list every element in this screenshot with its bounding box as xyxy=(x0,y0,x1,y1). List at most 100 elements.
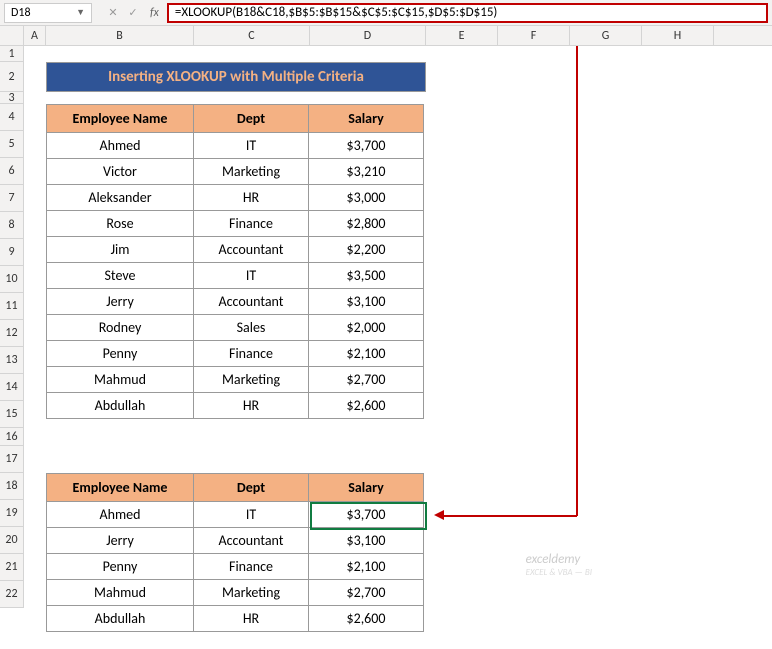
cell-dept[interactable]: HR xyxy=(194,185,309,211)
cell-name[interactable]: Penny xyxy=(47,554,194,580)
col-header-H[interactable]: H xyxy=(642,26,714,45)
table-row[interactable]: SteveIT$3,500 xyxy=(47,263,424,289)
cell-sal[interactable]: $3,100 xyxy=(309,289,424,315)
cell-name[interactable]: Mahmud xyxy=(47,367,194,393)
row-header-12[interactable]: 12 xyxy=(0,320,23,347)
col-header-B[interactable]: B xyxy=(46,26,194,45)
row-header-17[interactable]: 17 xyxy=(0,446,23,473)
cell-name[interactable]: Aleksander xyxy=(47,185,194,211)
row-header-15[interactable]: 15 xyxy=(0,401,23,428)
name-box[interactable]: D18 ▼ xyxy=(4,3,92,23)
row-header-8[interactable]: 8 xyxy=(0,212,23,239)
table-row[interactable]: RoseFinance$2,800 xyxy=(47,211,424,237)
select-all-corner[interactable] xyxy=(0,26,24,45)
col-header-F[interactable]: F xyxy=(498,26,570,45)
cell-sal[interactable]: $2,200 xyxy=(309,237,424,263)
cell-dept[interactable]: Accountant xyxy=(194,289,309,315)
cell-name[interactable]: Rodney xyxy=(47,315,194,341)
table-row[interactable]: AleksanderHR$3,000 xyxy=(47,185,424,211)
row-header-3[interactable]: 3 xyxy=(0,92,23,104)
row-header-16[interactable]: 16 xyxy=(0,428,23,446)
table-row[interactable]: PennyFinance$2,100 xyxy=(47,341,424,367)
col-header-E[interactable]: E xyxy=(426,26,498,45)
row-header-1[interactable]: 1 xyxy=(0,46,23,62)
cell-name[interactable]: Ahmed xyxy=(47,133,194,159)
table-row[interactable]: MahmudMarketing$2,700 xyxy=(47,367,424,393)
chevron-down-icon[interactable]: ▼ xyxy=(76,7,85,18)
cell-sal[interactable]: $2,600 xyxy=(309,393,424,419)
cell-dept[interactable]: Marketing xyxy=(194,159,309,185)
row-header-18[interactable]: 18 xyxy=(0,473,23,500)
cell-dept[interactable]: HR xyxy=(194,606,309,632)
table-row[interactable]: JerryAccountant$3,100 xyxy=(47,528,424,554)
cell-dept[interactable]: Accountant xyxy=(194,528,309,554)
table-row[interactable]: JerryAccountant$3,100 xyxy=(47,289,424,315)
col-header-C[interactable]: C xyxy=(194,26,310,45)
cell-sal[interactable]: $3,000 xyxy=(309,185,424,211)
row-header-11[interactable]: 11 xyxy=(0,293,23,320)
cell-dept[interactable]: Finance xyxy=(194,211,309,237)
cell-dept[interactable]: Accountant xyxy=(194,237,309,263)
cell-dept[interactable]: IT xyxy=(194,133,309,159)
row-header-20[interactable]: 20 xyxy=(0,527,23,554)
cell-sal[interactable]: $3,700 xyxy=(309,133,424,159)
table-row[interactable]: PennyFinance$2,100 xyxy=(47,554,424,580)
table-row[interactable]: AhmedIT$3,700 xyxy=(47,502,424,528)
cell-sal[interactable]: $2,700 xyxy=(309,367,424,393)
row-header-13[interactable]: 13 xyxy=(0,347,23,374)
table-row[interactable]: MahmudMarketing$2,700 xyxy=(47,580,424,606)
row-header-14[interactable]: 14 xyxy=(0,374,23,401)
cell-dept[interactable]: IT xyxy=(194,502,309,528)
cell-sal[interactable]: $2,000 xyxy=(309,315,424,341)
cell-dept[interactable]: HR xyxy=(194,393,309,419)
cell-name[interactable]: Rose xyxy=(47,211,194,237)
cell-name[interactable]: Penny xyxy=(47,341,194,367)
col-header-D[interactable]: D xyxy=(310,26,426,45)
row-header-6[interactable]: 6 xyxy=(0,158,23,185)
cell-name[interactable]: Jerry xyxy=(47,528,194,554)
cell-name[interactable]: Abdullah xyxy=(47,606,194,632)
col-header-A[interactable]: A xyxy=(24,26,46,45)
cells-area[interactable]: Inserting XLOOKUP with Multiple Criteria… xyxy=(24,46,772,608)
table-row[interactable]: AhmedIT$3,700 xyxy=(47,133,424,159)
cell-name[interactable]: Victor xyxy=(47,159,194,185)
row-header-21[interactable]: 21 xyxy=(0,554,23,581)
cell-dept[interactable]: Marketing xyxy=(194,367,309,393)
table-row[interactable]: AbdullahHR$2,600 xyxy=(47,393,424,419)
cell-name[interactable]: Abdullah xyxy=(47,393,194,419)
table-row[interactable]: RodneySales$2,000 xyxy=(47,315,424,341)
cell-name[interactable]: Steve xyxy=(47,263,194,289)
cell-sal[interactable]: $2,800 xyxy=(309,211,424,237)
table-row[interactable]: VictorMarketing$3,210 xyxy=(47,159,424,185)
cell-sal[interactable]: $2,700 xyxy=(309,580,424,606)
cell-sal[interactable]: $3,700 xyxy=(309,502,424,528)
cell-dept[interactable]: IT xyxy=(194,263,309,289)
fx-label[interactable]: fx xyxy=(150,6,159,20)
row-header-9[interactable]: 9 xyxy=(0,239,23,266)
row-header-5[interactable]: 5 xyxy=(0,131,23,158)
cell-dept[interactable]: Sales xyxy=(194,315,309,341)
row-header-4[interactable]: 4 xyxy=(0,104,23,131)
col-header-G[interactable]: G xyxy=(570,26,642,45)
cell-sal[interactable]: $3,100 xyxy=(309,528,424,554)
cell-dept[interactable]: Finance xyxy=(194,554,309,580)
cell-sal[interactable]: $2,600 xyxy=(309,606,424,632)
cell-dept[interactable]: Finance xyxy=(194,341,309,367)
cell-sal[interactable]: $2,100 xyxy=(309,554,424,580)
cell-name[interactable]: Mahmud xyxy=(47,580,194,606)
cell-dept[interactable]: Marketing xyxy=(194,580,309,606)
row-header-2[interactable]: 2 xyxy=(0,62,23,92)
cell-sal[interactable]: $3,210 xyxy=(309,159,424,185)
table-row[interactable]: AbdullahHR$2,600 xyxy=(47,606,424,632)
row-header-22[interactable]: 22 xyxy=(0,581,23,608)
row-header-7[interactable]: 7 xyxy=(0,185,23,212)
cell-sal[interactable]: $3,500 xyxy=(309,263,424,289)
row-header-10[interactable]: 10 xyxy=(0,266,23,293)
cell-name[interactable]: Ahmed xyxy=(47,502,194,528)
formula-input[interactable]: =XLOOKUP(B18&C18,$B$5:$B$15&$C$5:$C$15,$… xyxy=(167,3,768,23)
cell-name[interactable]: Jim xyxy=(47,237,194,263)
row-header-19[interactable]: 19 xyxy=(0,500,23,527)
cell-sal[interactable]: $2,100 xyxy=(309,341,424,367)
cell-name[interactable]: Jerry xyxy=(47,289,194,315)
table-row[interactable]: JimAccountant$2,200 xyxy=(47,237,424,263)
